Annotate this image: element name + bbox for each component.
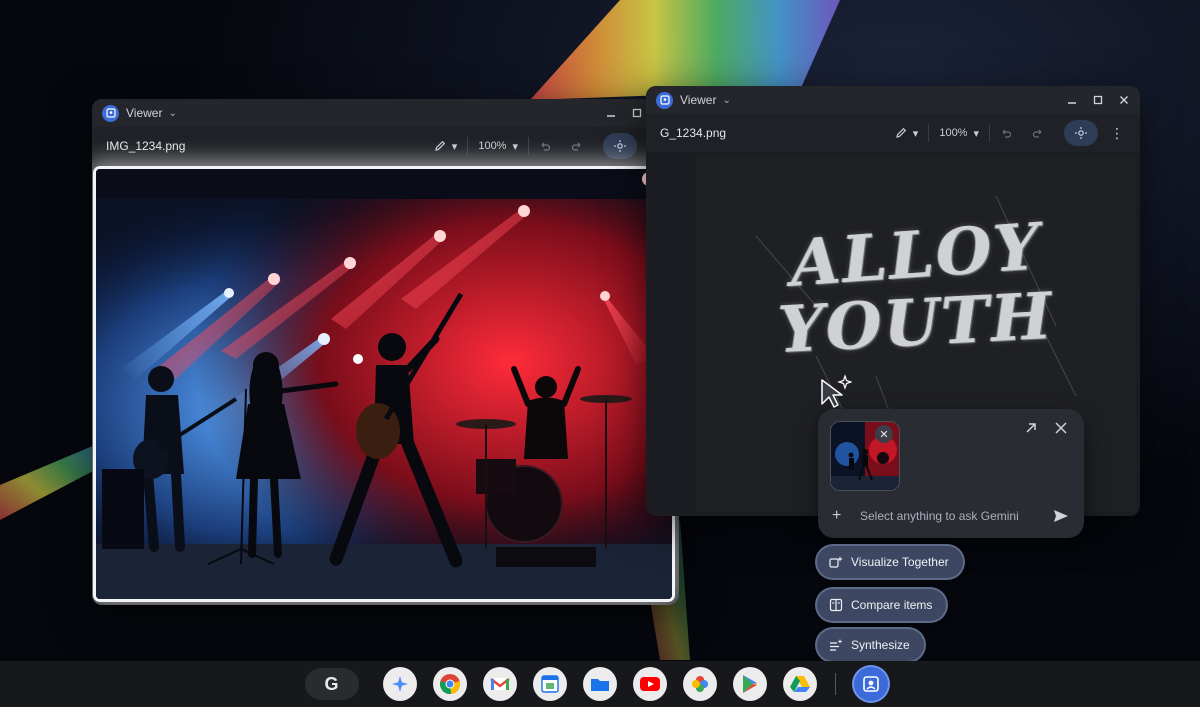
add-icon[interactable]: + [832, 507, 841, 525]
undo-button[interactable] [990, 127, 1022, 139]
close-icon[interactable] [1118, 94, 1130, 106]
concert-photo [96, 169, 672, 599]
gemini-cursor-icon [821, 374, 852, 408]
send-icon[interactable] [1053, 508, 1069, 524]
gallery-app-icon [656, 91, 673, 109]
photos-icon[interactable] [682, 667, 717, 701]
chevron-down-icon[interactable]: ⌄ [168, 108, 176, 119]
selected-photo[interactable] [96, 169, 672, 599]
lens-icon [1075, 127, 1087, 139]
zoom-select[interactable]: 100% ▾ [468, 140, 528, 153]
pencil-icon [434, 140, 445, 151]
lens-button[interactable] [1064, 120, 1098, 146]
zoom-value: 100% [478, 140, 507, 152]
gallery-app-icon [102, 104, 119, 122]
taskbar-shelf: G [0, 661, 1200, 707]
more-options-icon[interactable]: ⋮ [1108, 125, 1126, 142]
minimize-icon[interactable] [605, 107, 617, 119]
sparkle-image-icon [829, 556, 843, 568]
redo-icon [571, 142, 581, 151]
edit-tool-button[interactable]: ▾ [885, 127, 929, 140]
redo-button[interactable] [1022, 127, 1054, 139]
play-store-icon[interactable] [732, 667, 767, 701]
caret-down-icon: ▾ [912, 127, 919, 140]
undo-button[interactable] [529, 140, 561, 152]
compare-icon [829, 598, 843, 612]
gallery-viewer-app-icon[interactable] [853, 667, 888, 701]
minimize-icon[interactable] [1066, 94, 1078, 106]
viewer-window-left[interactable]: Viewer ⌄ IMG_1234.png ▾ 100% ▾ [92, 99, 679, 605]
lens-button[interactable] [603, 133, 637, 159]
drive-icon[interactable] [782, 667, 817, 701]
youtube-icon[interactable] [632, 667, 667, 701]
zoom-value: 100% [939, 127, 968, 139]
maximize-icon[interactable] [631, 107, 643, 119]
caret-down-icon: ▾ [451, 140, 458, 153]
chip-label: Visualize Together [851, 555, 949, 569]
redo-icon [1032, 129, 1042, 138]
close-icon[interactable] [1052, 419, 1070, 437]
edit-tool-button[interactable]: ▾ [424, 140, 468, 153]
gemini-prompt-panel[interactable]: ✕ + [818, 409, 1084, 538]
shelf-divider [834, 673, 836, 695]
lens-icon [614, 140, 626, 152]
title-bar[interactable]: Viewer ⌄ [646, 86, 1140, 114]
gmail-icon[interactable] [482, 667, 517, 701]
calendar-icon[interactable] [532, 667, 567, 701]
launcher-button[interactable]: G [304, 668, 359, 700]
file-name: G_1234.png [660, 126, 727, 140]
file-name: IMG_1234.png [106, 139, 186, 153]
synthesize-icon [830, 639, 843, 651]
remove-attachment-icon[interactable]: ✕ [875, 425, 893, 443]
chip-label: Synthesize [851, 638, 910, 652]
gemini-prompt-input[interactable] [858, 505, 1042, 527]
viewer-toolbar: G_1234.png ▾ 100% ▾ ⋮ [646, 114, 1140, 152]
visualize-together-chip[interactable]: Visualize Together [817, 546, 963, 578]
viewer-toolbar: IMG_1234.png ▾ 100% ▾ ⋮ [92, 127, 679, 165]
chip-label: Compare items [851, 598, 933, 612]
undo-icon [541, 142, 551, 151]
zoom-select[interactable]: 100% ▾ [929, 127, 989, 140]
screen-bottom-edge [0, 707, 1200, 713]
chevron-down-icon[interactable]: ⌄ [722, 95, 730, 106]
maximize-icon[interactable] [1092, 94, 1104, 106]
compare-items-chip[interactable]: Compare items [817, 589, 947, 621]
pencil-icon [895, 127, 906, 138]
files-icon[interactable] [582, 667, 617, 701]
window-app-title: Viewer [680, 93, 717, 107]
chrome-icon[interactable] [432, 667, 467, 701]
expand-icon[interactable] [1022, 419, 1040, 437]
caret-down-icon: ▾ [973, 127, 979, 140]
redo-button[interactable] [561, 140, 593, 152]
caret-down-icon: ▾ [512, 140, 518, 153]
synthesize-chip[interactable]: Synthesize [817, 629, 924, 661]
undo-icon [1002, 129, 1012, 138]
gemini-app-icon[interactable] [382, 667, 417, 701]
window-app-title: Viewer [126, 106, 163, 120]
title-bar[interactable]: Viewer ⌄ [92, 99, 679, 127]
